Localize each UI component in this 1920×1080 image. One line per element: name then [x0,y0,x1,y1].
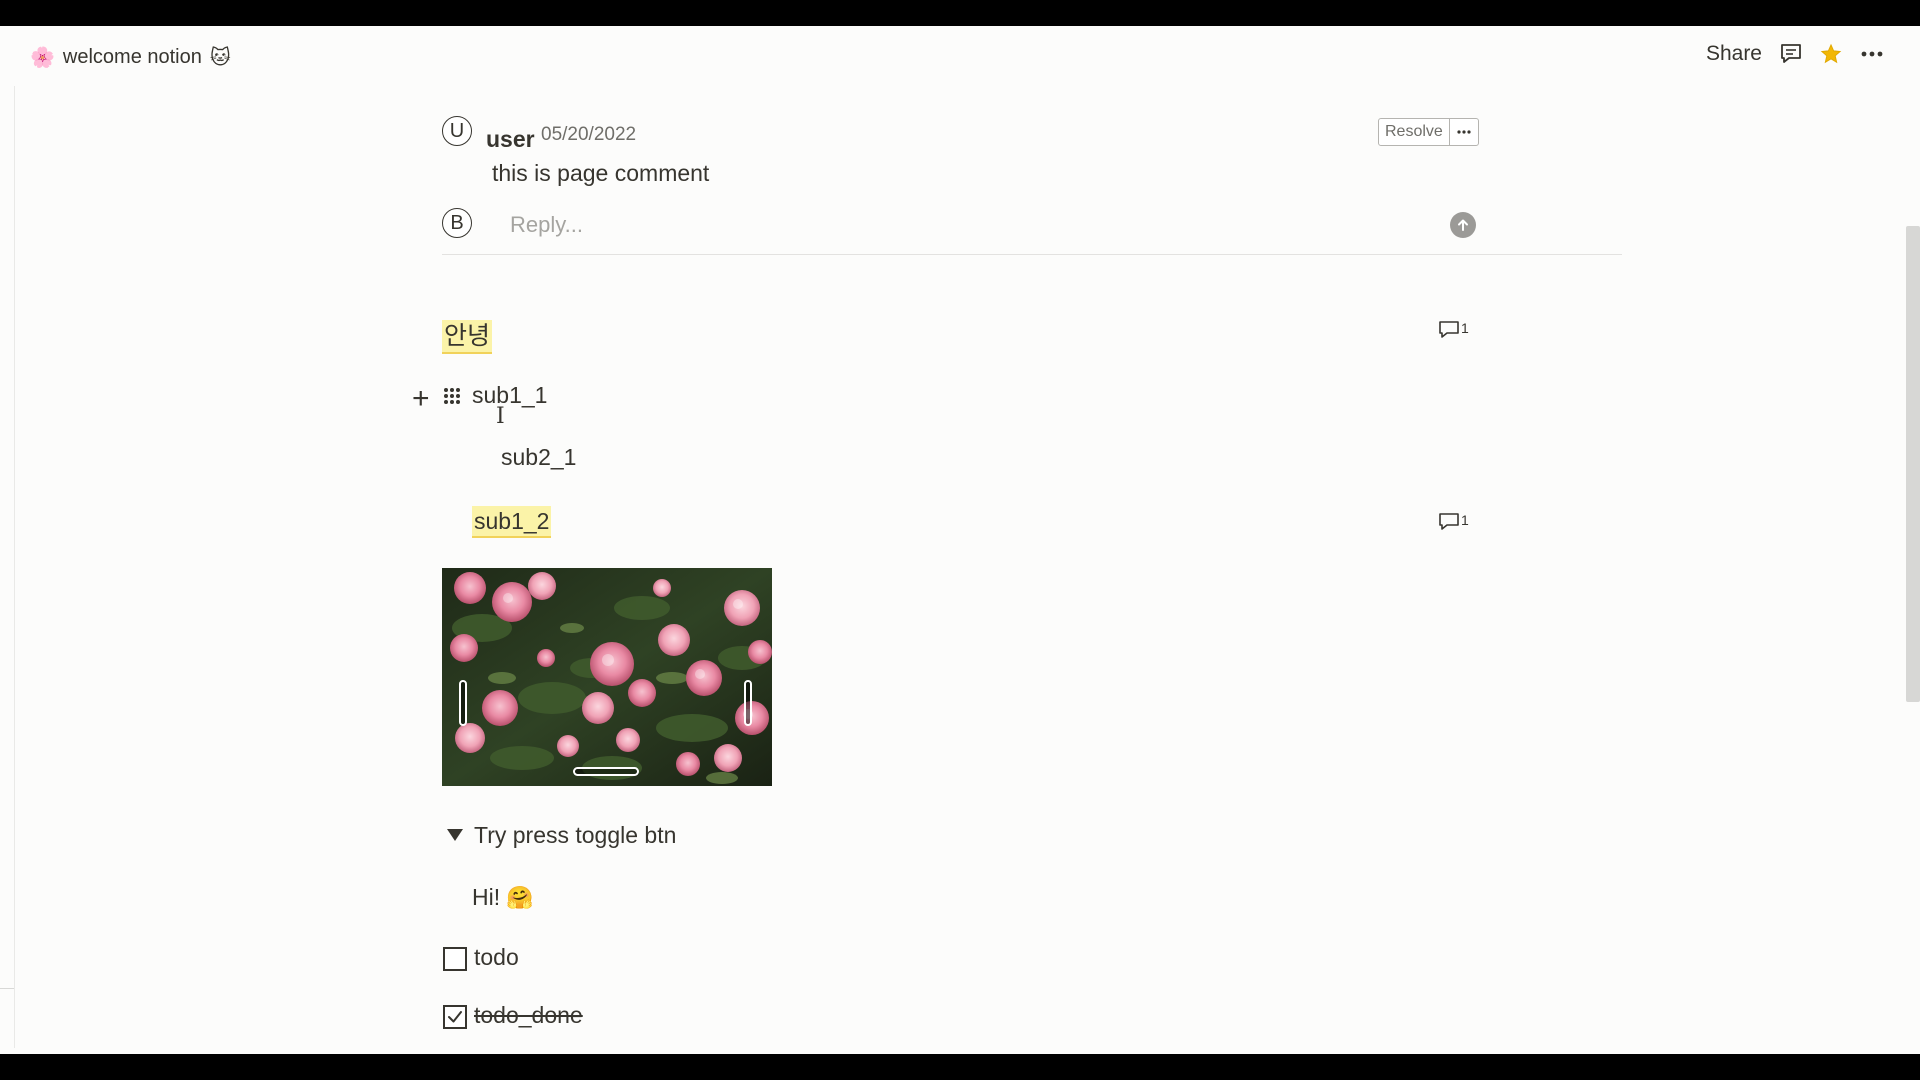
comment-author: user [486,126,535,152]
comment-date: 05/20/2022 [541,124,637,145]
text-block-sub2-1[interactable]: sub2_1 [501,444,576,471]
topbar-actions: Share [1706,42,1884,66]
reply-input[interactable] [496,206,1386,244]
toggle-label[interactable]: Try press toggle btn [474,822,676,849]
sidebar-edge [14,86,15,1048]
highlighted-heading: 안녕 [442,320,493,354]
send-reply-button[interactable] [1450,212,1476,238]
toggle-child-label: Hi! [472,884,501,910]
sidebar-edge-tick [0,988,14,989]
drag-handle-icon[interactable] [442,386,462,411]
notion-app: 🌸 welcome notion 🐱 Share U user 05/20/20… [0,26,1920,1054]
block-comment-button[interactable]: 1 [1438,512,1469,532]
avatar: U [442,116,472,146]
share-button[interactable]: Share [1706,42,1762,66]
comment-icon[interactable] [1780,43,1802,65]
highlighted-text: sub1_2 [472,506,552,538]
text-block-sub1-2[interactable]: sub1_2 [472,506,552,538]
video-letterbox-top [0,0,1920,26]
todo-label[interactable]: todo [474,944,519,971]
image-resize-handle-left[interactable] [459,680,467,726]
reply-avatar: B [442,208,472,238]
text-block-sub1-1[interactable]: sub1_1 [472,382,547,409]
comment-divider [442,254,1622,255]
page-title: welcome notion [62,46,202,68]
image-block[interactable] [442,568,772,786]
comment-actions: Resolve [1378,118,1479,146]
todo-checkbox[interactable] [443,947,467,971]
cat-emoji: 🐱 [209,46,231,69]
breadcrumb[interactable]: 🌸 welcome notion 🐱 [30,46,231,69]
scrollbar-thumb[interactable] [1906,226,1920,702]
topbar: 🌸 welcome notion 🐱 Share [0,26,1920,90]
page-icon: 🌸 [30,46,55,69]
hugging-face-emoji: 🤗 [506,884,534,910]
star-icon[interactable] [1820,43,1842,65]
todo-done-label[interactable]: todo_done [474,1002,583,1029]
more-icon[interactable] [1860,50,1884,58]
comment-count: 1 [1461,512,1469,528]
toggle-child-text[interactable]: Hi! 🤗 [472,884,534,911]
resolve-button[interactable]: Resolve [1379,119,1450,145]
comment-more-button[interactable] [1450,119,1478,145]
comment-text: this is page comment [492,160,710,186]
toggle-triangle-icon[interactable] [446,828,464,847]
todo-done-checkbox[interactable] [443,1005,467,1029]
rose-image [442,568,772,786]
add-block-icon[interactable]: + [412,384,430,414]
image-resize-handle-right[interactable] [744,680,752,726]
heading-block[interactable]: 안녕 [442,316,493,354]
video-letterbox-bottom [0,1054,1920,1080]
comment-count: 1 [1461,320,1469,336]
text-cursor-icon: I [496,404,505,429]
block-comment-button[interactable]: 1 [1438,320,1469,340]
image-resize-handle-bottom[interactable] [573,767,639,776]
